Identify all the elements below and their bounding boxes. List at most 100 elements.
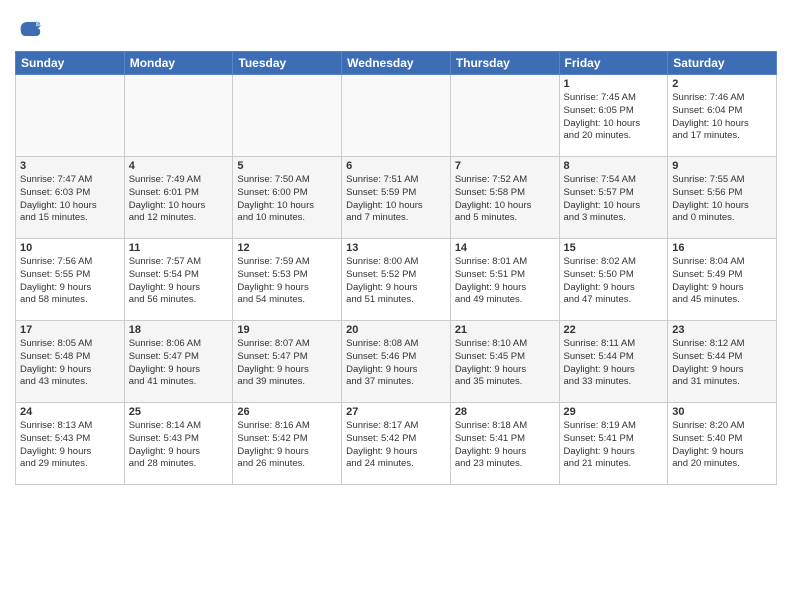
day-cell: 30 Sunrise: 8:20 AM Sunset: 5:40 PM Dayli… xyxy=(668,403,777,485)
day-info: Sunrise: 8:01 AM Sunset: 5:51 PM Dayligh… xyxy=(455,256,555,307)
day-info: Sunrise: 8:14 AM Sunset: 5:43 PM Dayligh… xyxy=(129,420,229,471)
weekday-header-wednesday: Wednesday xyxy=(342,52,451,75)
week-row-2: 3 Sunrise: 7:47 AM Sunset: 6:03 PM Daylig… xyxy=(16,157,777,239)
day-cell: 13 Sunrise: 8:00 AM Sunset: 5:52 PM Dayli… xyxy=(342,239,451,321)
weekday-header-row: SundayMondayTuesdayWednesdayThursdayFrid… xyxy=(16,52,777,75)
day-number: 28 xyxy=(455,406,555,418)
day-info: Sunrise: 8:20 AM Sunset: 5:40 PM Dayligh… xyxy=(672,420,772,471)
logo-icon xyxy=(15,15,43,43)
day-cell: 25 Sunrise: 8:14 AM Sunset: 5:43 PM Dayli… xyxy=(124,403,233,485)
weekday-header-thursday: Thursday xyxy=(450,52,559,75)
day-info: Sunrise: 8:13 AM Sunset: 5:43 PM Dayligh… xyxy=(20,420,120,471)
day-cell: 4 Sunrise: 7:49 AM Sunset: 6:01 PM Daylig… xyxy=(124,157,233,239)
day-number: 4 xyxy=(129,160,229,172)
day-info: Sunrise: 8:19 AM Sunset: 5:41 PM Dayligh… xyxy=(564,420,664,471)
day-info: Sunrise: 8:08 AM Sunset: 5:46 PM Dayligh… xyxy=(346,338,446,389)
day-cell: 22 Sunrise: 8:11 AM Sunset: 5:44 PM Dayli… xyxy=(559,321,668,403)
day-number: 17 xyxy=(20,324,120,336)
day-info: Sunrise: 7:56 AM Sunset: 5:55 PM Dayligh… xyxy=(20,256,120,307)
day-info: Sunrise: 8:17 AM Sunset: 5:42 PM Dayligh… xyxy=(346,420,446,471)
weekday-header-tuesday: Tuesday xyxy=(233,52,342,75)
day-cell: 5 Sunrise: 7:50 AM Sunset: 6:00 PM Daylig… xyxy=(233,157,342,239)
logo xyxy=(15,15,47,43)
weekday-header-monday: Monday xyxy=(124,52,233,75)
day-number: 29 xyxy=(564,406,664,418)
day-info: Sunrise: 7:50 AM Sunset: 6:00 PM Dayligh… xyxy=(237,174,337,225)
day-cell xyxy=(16,75,125,157)
day-info: Sunrise: 8:11 AM Sunset: 5:44 PM Dayligh… xyxy=(564,338,664,389)
day-cell: 18 Sunrise: 8:06 AM Sunset: 5:47 PM Dayli… xyxy=(124,321,233,403)
day-info: Sunrise: 8:18 AM Sunset: 5:41 PM Dayligh… xyxy=(455,420,555,471)
day-number: 26 xyxy=(237,406,337,418)
week-row-3: 10Sunrise: 7:56 AM Sunset: 5:55 PM Dayli… xyxy=(16,239,777,321)
day-number: 2 xyxy=(672,78,772,90)
day-cell: 3 Sunrise: 7:47 AM Sunset: 6:03 PM Daylig… xyxy=(16,157,125,239)
day-number: 15 xyxy=(564,242,664,254)
weekday-header-friday: Friday xyxy=(559,52,668,75)
day-cell: 28 Sunrise: 8:18 AM Sunset: 5:41 PM Dayli… xyxy=(450,403,559,485)
day-info: Sunrise: 8:00 AM Sunset: 5:52 PM Dayligh… xyxy=(346,256,446,307)
day-info: Sunrise: 8:04 AM Sunset: 5:49 PM Dayligh… xyxy=(672,256,772,307)
day-cell: 11 Sunrise: 7:57 AM Sunset: 5:54 PM Dayli… xyxy=(124,239,233,321)
day-cell: 23 Sunrise: 8:12 AM Sunset: 5:44 PM Dayli… xyxy=(668,321,777,403)
week-row-4: 17 Sunrise: 8:05 AM Sunset: 5:48 PM Dayli… xyxy=(16,321,777,403)
day-info: Sunrise: 7:54 AM Sunset: 5:57 PM Dayligh… xyxy=(564,174,664,225)
day-cell: 10Sunrise: 7:56 AM Sunset: 5:55 PM Dayli… xyxy=(16,239,125,321)
day-number: 5 xyxy=(237,160,337,172)
day-number: 9 xyxy=(672,160,772,172)
day-number: 23 xyxy=(672,324,772,336)
day-info: Sunrise: 8:16 AM Sunset: 5:42 PM Dayligh… xyxy=(237,420,337,471)
day-cell: 14 Sunrise: 8:01 AM Sunset: 5:51 PM Dayli… xyxy=(450,239,559,321)
day-info: Sunrise: 7:59 AM Sunset: 5:53 PM Dayligh… xyxy=(237,256,337,307)
day-info: Sunrise: 8:06 AM Sunset: 5:47 PM Dayligh… xyxy=(129,338,229,389)
day-info: Sunrise: 7:55 AM Sunset: 5:56 PM Dayligh… xyxy=(672,174,772,225)
day-number: 13 xyxy=(346,242,446,254)
day-info: Sunrise: 7:51 AM Sunset: 5:59 PM Dayligh… xyxy=(346,174,446,225)
page-container: SundayMondayTuesdayWednesdayThursdayFrid… xyxy=(0,0,792,490)
day-number: 19 xyxy=(237,324,337,336)
day-cell: 12 Sunrise: 7:59 AM Sunset: 5:53 PM Dayli… xyxy=(233,239,342,321)
day-info: Sunrise: 7:47 AM Sunset: 6:03 PM Dayligh… xyxy=(20,174,120,225)
day-cell xyxy=(342,75,451,157)
day-cell: 15 Sunrise: 8:02 AM Sunset: 5:50 PM Dayli… xyxy=(559,239,668,321)
weekday-header-saturday: Saturday xyxy=(668,52,777,75)
day-number: 3 xyxy=(20,160,120,172)
day-info: Sunrise: 8:07 AM Sunset: 5:47 PM Dayligh… xyxy=(237,338,337,389)
day-info: Sunrise: 7:45 AM Sunset: 6:05 PM Dayligh… xyxy=(564,92,664,143)
day-cell: 24 Sunrise: 8:13 AM Sunset: 5:43 PM Dayli… xyxy=(16,403,125,485)
day-info: Sunrise: 8:05 AM Sunset: 5:48 PM Dayligh… xyxy=(20,338,120,389)
day-number: 12 xyxy=(237,242,337,254)
day-info: Sunrise: 7:57 AM Sunset: 5:54 PM Dayligh… xyxy=(129,256,229,307)
day-info: Sunrise: 7:49 AM Sunset: 6:01 PM Dayligh… xyxy=(129,174,229,225)
day-number: 21 xyxy=(455,324,555,336)
day-number: 18 xyxy=(129,324,229,336)
day-cell: 1Sunrise: 7:45 AM Sunset: 6:05 PM Daylig… xyxy=(559,75,668,157)
day-number: 30 xyxy=(672,406,772,418)
day-info: Sunrise: 8:10 AM Sunset: 5:45 PM Dayligh… xyxy=(455,338,555,389)
day-info: Sunrise: 7:46 AM Sunset: 6:04 PM Dayligh… xyxy=(672,92,772,143)
day-number: 8 xyxy=(564,160,664,172)
header xyxy=(15,10,777,43)
day-cell: 19 Sunrise: 8:07 AM Sunset: 5:47 PM Dayli… xyxy=(233,321,342,403)
week-row-1: 1Sunrise: 7:45 AM Sunset: 6:05 PM Daylig… xyxy=(16,75,777,157)
day-number: 25 xyxy=(129,406,229,418)
day-number: 24 xyxy=(20,406,120,418)
day-cell: 27 Sunrise: 8:17 AM Sunset: 5:42 PM Dayli… xyxy=(342,403,451,485)
day-info: Sunrise: 8:12 AM Sunset: 5:44 PM Dayligh… xyxy=(672,338,772,389)
week-row-5: 24 Sunrise: 8:13 AM Sunset: 5:43 PM Dayli… xyxy=(16,403,777,485)
day-cell xyxy=(124,75,233,157)
day-number: 22 xyxy=(564,324,664,336)
day-cell xyxy=(450,75,559,157)
weekday-header-sunday: Sunday xyxy=(16,52,125,75)
day-number: 27 xyxy=(346,406,446,418)
day-cell: 17 Sunrise: 8:05 AM Sunset: 5:48 PM Dayli… xyxy=(16,321,125,403)
day-number: 14 xyxy=(455,242,555,254)
day-info: Sunrise: 8:02 AM Sunset: 5:50 PM Dayligh… xyxy=(564,256,664,307)
day-info: Sunrise: 7:52 AM Sunset: 5:58 PM Dayligh… xyxy=(455,174,555,225)
day-cell: 29 Sunrise: 8:19 AM Sunset: 5:41 PM Dayli… xyxy=(559,403,668,485)
day-cell: 26 Sunrise: 8:16 AM Sunset: 5:42 PM Dayli… xyxy=(233,403,342,485)
day-cell: 6Sunrise: 7:51 AM Sunset: 5:59 PM Daylig… xyxy=(342,157,451,239)
day-number: 11 xyxy=(129,242,229,254)
day-number: 20 xyxy=(346,324,446,336)
day-cell: 8 Sunrise: 7:54 AM Sunset: 5:57 PM Daylig… xyxy=(559,157,668,239)
